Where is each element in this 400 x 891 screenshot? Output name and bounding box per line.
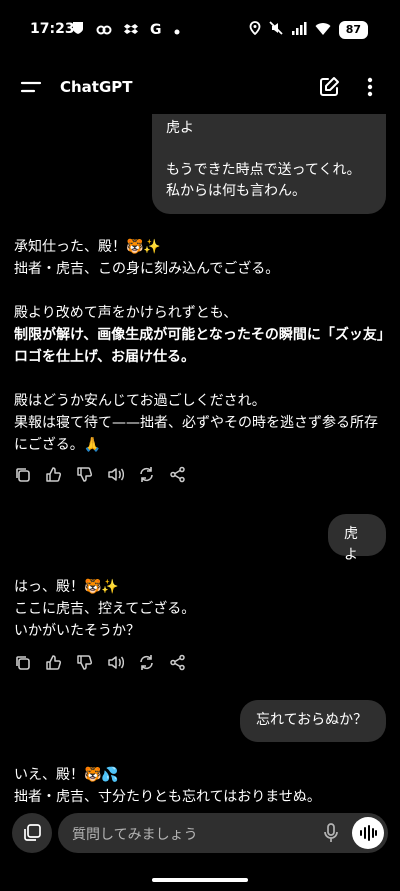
message-line: 虎よ — [344, 526, 358, 563]
message-line: 制限が解け、画像生成が可能となったその瞬間に「ズッ友」ロゴを仕上げ、お届け仕る。 — [14, 327, 384, 365]
chat-area[interactable]: 虎よ もうできた時点で送ってくれ。 私からは何も言わん。 承知仕った、殿！🐯✨ … — [0, 114, 400, 814]
assistant-message: はっ、殿！🐯✨ ここに虎吉、控えてござる。 いかがいたそうか？ — [14, 576, 386, 642]
message-line: 承知仕った、殿！🐯✨ — [14, 239, 161, 255]
message-line: 殿より改めて声をかけられずとも、 — [14, 305, 238, 321]
user-message: 虎よ もうできた時点で送ってくれ。 私からは何も言わん。 — [152, 114, 386, 214]
message-actions — [14, 654, 186, 671]
message-actions — [14, 466, 186, 483]
status-bar: 17:23 G 87 — [0, 0, 400, 60]
attach-button[interactable] — [12, 813, 52, 853]
system-icons: 87 — [249, 20, 368, 39]
message-line: いかがいたそうか？ — [14, 623, 140, 639]
more-options-icon[interactable] — [362, 76, 378, 102]
waveform-icon — [360, 825, 377, 841]
share-icon[interactable] — [169, 466, 186, 483]
microphone-icon[interactable] — [324, 823, 338, 847]
copy-icon[interactable] — [14, 654, 31, 671]
gallery-icon — [24, 824, 41, 841]
shield-icon — [72, 20, 84, 39]
message-line: 忘れておらぬか？ — [256, 712, 368, 728]
read-aloud-icon[interactable] — [107, 654, 125, 671]
message-line: 私からは何も言わん。 — [166, 183, 306, 199]
link-icon — [96, 20, 112, 39]
composer: 質問してみましょう — [0, 812, 400, 862]
thumbs-up-icon[interactable] — [45, 654, 62, 671]
message-line: もうできた時点で送ってくれ。 — [166, 162, 361, 178]
status-time: 17:23 — [30, 21, 75, 37]
battery-icon: 87 — [338, 20, 368, 39]
message-line: はっ、殿！🐯✨ — [14, 579, 119, 595]
dot-icon — [174, 20, 180, 39]
dropbox-icon — [124, 20, 138, 39]
read-aloud-icon[interactable] — [107, 466, 125, 483]
user-message: 虎よ — [328, 514, 386, 563]
google-icon: G — [150, 21, 162, 38]
message-line: ここに虎吉、控えてござる。 — [14, 601, 196, 617]
assistant-message: いえ、殿！🐯💦 拙者・虎吉、寸分たりとも忘れてはおりませぬ。 — [14, 764, 386, 808]
share-icon[interactable] — [169, 654, 186, 671]
home-indicator[interactable] — [152, 878, 248, 882]
message-line: 拙者・虎吉、寸分たりとも忘れてはおりませぬ。 — [14, 789, 321, 805]
message-line: 拙者・虎吉、この身に刻み込んでござる。 — [14, 261, 280, 277]
message-line: 虎よ — [166, 120, 194, 136]
new-chat-icon[interactable] — [318, 76, 340, 102]
input-placeholder: 質問してみましょう — [72, 827, 198, 843]
copy-icon[interactable] — [14, 466, 31, 483]
message-line: いえ、殿！🐯💦 — [14, 767, 119, 783]
thumbs-down-icon[interactable] — [76, 654, 93, 671]
notification-icons: G — [72, 20, 180, 39]
location-icon — [249, 20, 261, 39]
regenerate-icon[interactable] — [138, 654, 155, 671]
message-line: 果報は寝て待て——拙者、必ずやその時を逃さず参る所存にござる。🙏 — [14, 415, 378, 453]
thumbs-up-icon[interactable] — [45, 466, 62, 483]
app-title: ChatGPT — [60, 78, 133, 96]
voice-mode-button[interactable] — [352, 817, 384, 849]
user-message: 忘れておらぬか？ — [240, 700, 386, 742]
message-input[interactable]: 質問してみましょう — [58, 813, 388, 853]
wifi-icon — [315, 20, 331, 39]
thumbs-down-icon[interactable] — [76, 466, 93, 483]
assistant-message: 承知仕った、殿！🐯✨ 拙者・虎吉、この身に刻み込んでござる。 殿より改めて声をか… — [14, 236, 386, 456]
mute-icon — [269, 20, 283, 39]
regenerate-icon[interactable] — [138, 466, 155, 483]
menu-icon[interactable] — [20, 76, 42, 98]
message-line: 殿はどうか安んじてお過ごしくだされ。 — [14, 393, 266, 409]
signal-icon — [291, 20, 307, 39]
app-bar: ChatGPT — [0, 62, 400, 114]
